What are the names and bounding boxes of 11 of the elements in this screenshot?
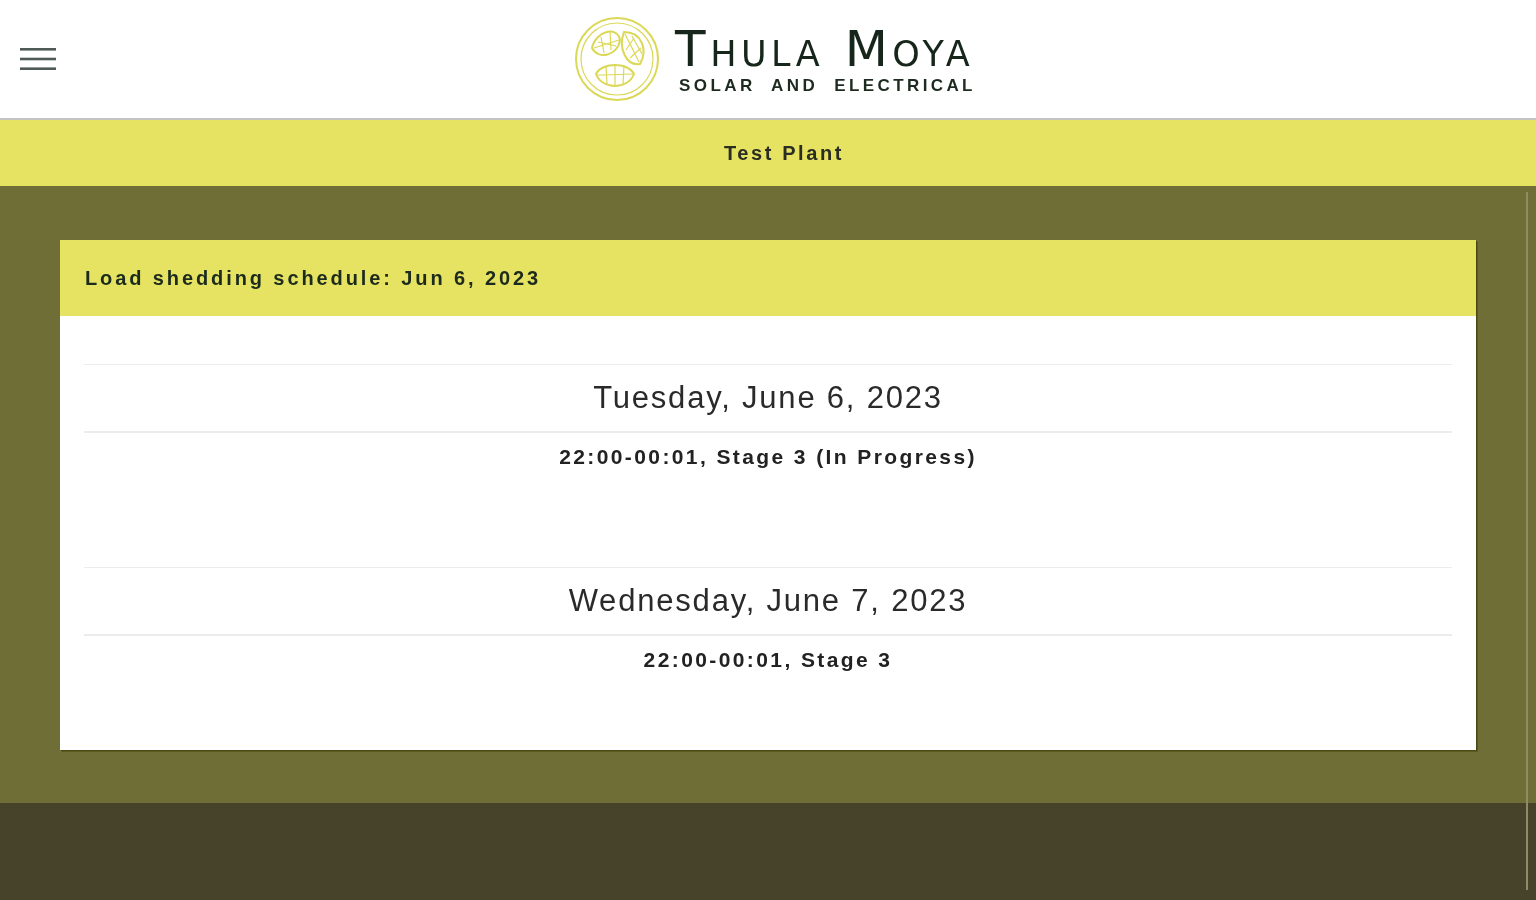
schedule-title: Load shedding schedule: Jun 6, 2023 <box>85 266 542 290</box>
menu-icon[interactable] <box>20 48 56 70</box>
plant-title: Test Plant <box>723 141 845 165</box>
shedding-slot: 22:00-00:01, Stage 3 <box>643 648 893 672</box>
brand-name: Thula Moya <box>675 24 975 74</box>
shedding-slot: 22:00-00:01, Stage 3 (In Progress) <box>559 445 977 469</box>
leaf-circle-logo-icon <box>574 16 661 102</box>
scrollbar[interactable] <box>1526 192 1528 890</box>
day-date: Tuesday, June 6, 2023 <box>593 380 943 416</box>
day-date: Wednesday, June 7, 2023 <box>568 583 968 619</box>
brand-tagline: SOLAR AND ELECTRICAL <box>679 76 976 96</box>
